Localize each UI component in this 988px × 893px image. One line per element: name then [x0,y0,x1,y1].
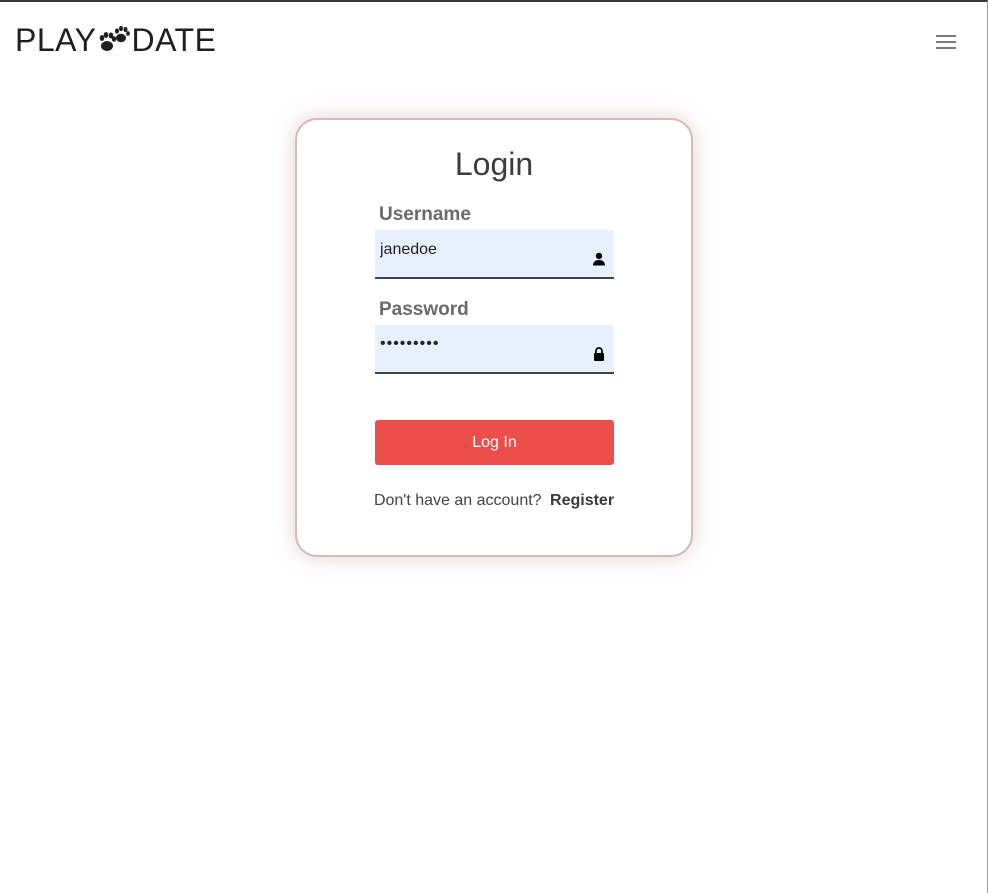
brand-text-right: DATE [131,22,217,58]
password-label: Password [379,299,469,320]
username-label: Username [379,204,471,225]
password-field-wrapper [375,321,614,374]
password-input[interactable] [375,321,585,367]
register-prompt-text: Don't have an account? [373,492,542,509]
navbar: PLAY DATE [0,2,987,78]
username-field-wrapper [375,227,614,279]
page: PLAY DATE Login Username janedoe Passwor… [0,0,988,893]
login-card: Login Username Password Log In [295,118,693,557]
hamburger-menu-icon [936,31,956,53]
menu-toggle-button[interactable] [926,28,966,56]
brand-logo[interactable]: PLAY DATE [15,22,216,58]
username-input[interactable] [375,227,585,273]
register-link[interactable]: Register [550,492,614,509]
register-prompt-line: Don't have an account? Register [297,492,691,510]
login-title: Login [454,146,534,182]
login-button[interactable]: Log In [375,420,614,465]
user-icon [592,252,606,266]
lock-icon [592,347,606,361]
paw-icon [98,24,131,56]
brand-text-left: PLAY [15,22,97,58]
